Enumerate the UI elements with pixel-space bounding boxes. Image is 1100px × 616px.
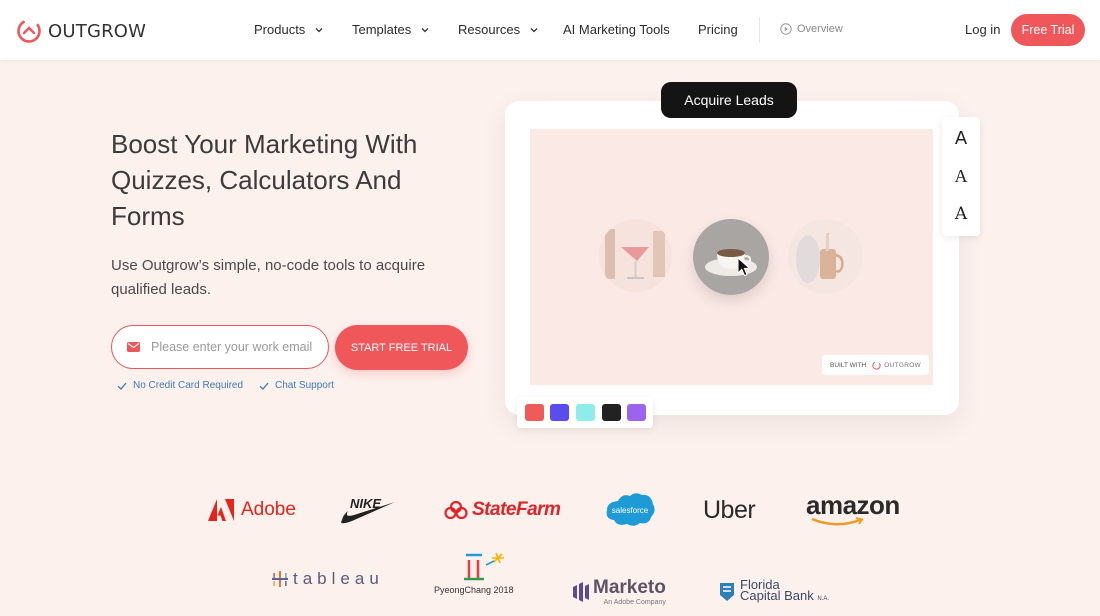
nav-ai-marketing-tools[interactable]: AI Marketing Tools: [563, 22, 670, 37]
hero-subtitle: Use Outgrow’s simple, no-code tools to a…: [111, 257, 426, 298]
nav-resources-label: Resources: [458, 22, 521, 37]
swatch-purple[interactable]: [627, 404, 646, 421]
copper-mug-image: [788, 219, 863, 294]
tableau-cross-icon: [272, 571, 288, 587]
perk-chat-support: Chat Support: [259, 380, 334, 391]
built-with-label: BUILT WITH: [830, 361, 867, 369]
brand-name: OUTGROW: [48, 20, 147, 42]
logo-tableau: tableau: [271, 569, 384, 589]
logo-nike: NIKE: [340, 494, 396, 526]
logo-marketo: Marketo An Adobe Company: [572, 577, 666, 606]
nav-products[interactable]: Products: [254, 22, 323, 37]
logo-amazon: amazon: [806, 490, 900, 527]
logo-florida-capital-bank: Florida Capital Bank N.A.: [718, 578, 830, 605]
nav-templates-label: Templates: [352, 22, 412, 37]
fcb-line2-wrap: Capital Bank N.A.: [740, 588, 830, 605]
overview-label: Overview: [797, 23, 843, 35]
fcb-suffix: N.A.: [817, 596, 830, 602]
nav-pricing[interactable]: Pricing: [698, 22, 738, 37]
mail-icon: [127, 342, 140, 352]
start-free-trial-button[interactable]: START FREE TRIAL: [335, 325, 468, 370]
marketo-bars-icon: [573, 581, 589, 602]
thumbnail-copper-mug[interactable]: [788, 219, 863, 294]
amazon-smile-icon: [811, 517, 864, 526]
font-picker-panel: A A A: [942, 117, 980, 236]
uber-wordmark: Uber: [703, 496, 756, 524]
color-swatch-panel: [517, 397, 653, 428]
font-option-serif[interactable]: A: [942, 166, 980, 187]
marketo-wordmark: Marketo: [593, 577, 666, 598]
acquire-leads-pill: Acquire Leads: [661, 82, 797, 118]
swatch-indigo[interactable]: [550, 404, 569, 421]
cocktail-glass-image: [599, 219, 672, 292]
perk-label: Chat Support: [275, 380, 334, 391]
thumbnail-coffee-cup[interactable]: [693, 219, 769, 295]
nav-resources[interactable]: Resources: [458, 22, 538, 37]
adobe-icon: [208, 499, 234, 521]
fcb-line2: Capital Bank: [740, 588, 814, 603]
nike-wordmark: NIKE: [350, 496, 381, 511]
swatch-aqua[interactable]: [576, 404, 595, 421]
pyeongchang-emblem-icon: [463, 552, 504, 581]
email-field[interactable]: [111, 325, 329, 369]
nav-products-label: Products: [254, 22, 306, 37]
outgrow-logo-icon: [872, 360, 881, 370]
top-navbar: OUTGROW Products Templates Resources AI …: [0, 0, 1100, 60]
tableau-wordmark: tableau: [293, 569, 384, 588]
adobe-wordmark: Adobe: [241, 499, 296, 520]
built-with-badge: BUILT WITH OUTGROW: [822, 355, 929, 375]
nav-pricing-label: Pricing: [698, 22, 738, 37]
font-option-slab[interactable]: A: [942, 204, 980, 224]
checkmark-icon: [259, 382, 269, 390]
statefarm-rings-icon: [444, 501, 468, 519]
checkmark-icon: [117, 382, 127, 390]
nav-templates[interactable]: Templates: [352, 22, 429, 37]
login-link[interactable]: Log in: [965, 22, 1000, 37]
logo-salesforce: salesforce: [604, 491, 656, 528]
perk-label: No Credit Card Required: [133, 380, 244, 391]
marketo-subline: An Adobe Company: [603, 599, 666, 606]
font-option-sans[interactable]: A: [942, 128, 980, 149]
play-circle-icon: [780, 23, 792, 35]
pyeongchang-wordmark: PyeongChang 2018: [434, 585, 514, 595]
logo-uber: Uber: [703, 496, 756, 525]
free-trial-button[interactable]: Free Trial: [1011, 14, 1085, 46]
perk-no-credit-card: No Credit Card Required: [117, 380, 243, 391]
statefarm-wordmark: StateFarm: [472, 499, 561, 520]
salesforce-cloud-icon: salesforce: [606, 493, 655, 526]
thumbnail-cocktail-glass[interactable]: [599, 219, 672, 292]
salesforce-wordmark: salesforce: [612, 506, 649, 515]
email-input[interactable]: [151, 340, 326, 354]
overview-link[interactable]: Overview: [780, 23, 843, 35]
nav-divider: [759, 17, 760, 43]
fcb-flag-icon: [720, 583, 734, 601]
logo-statefarm: StateFarm: [444, 499, 561, 521]
nike-icon: NIKE: [341, 496, 395, 524]
chevron-down-icon: [315, 27, 323, 32]
chevron-down-icon: [421, 27, 429, 32]
logo-pyeongchang: PyeongChang 2018: [434, 549, 514, 595]
built-with-brand: OUTGROW: [884, 361, 921, 369]
coffee-cup-image: [693, 219, 769, 295]
mouse-pointer-icon: [737, 257, 751, 277]
outgrow-logo[interactable]: OUTGROW: [16, 18, 146, 44]
chevron-down-icon: [530, 27, 538, 32]
logo-adobe: Adobe: [208, 499, 296, 521]
swatch-red[interactable]: [525, 404, 544, 421]
swatch-black[interactable]: [602, 404, 621, 421]
hero-title: Boost Your Marketing With Quizzes, Calcu…: [111, 129, 418, 231]
nav-ai-marketing-tools-label: AI Marketing Tools: [563, 22, 670, 37]
outgrow-logo-icon: [17, 19, 41, 43]
